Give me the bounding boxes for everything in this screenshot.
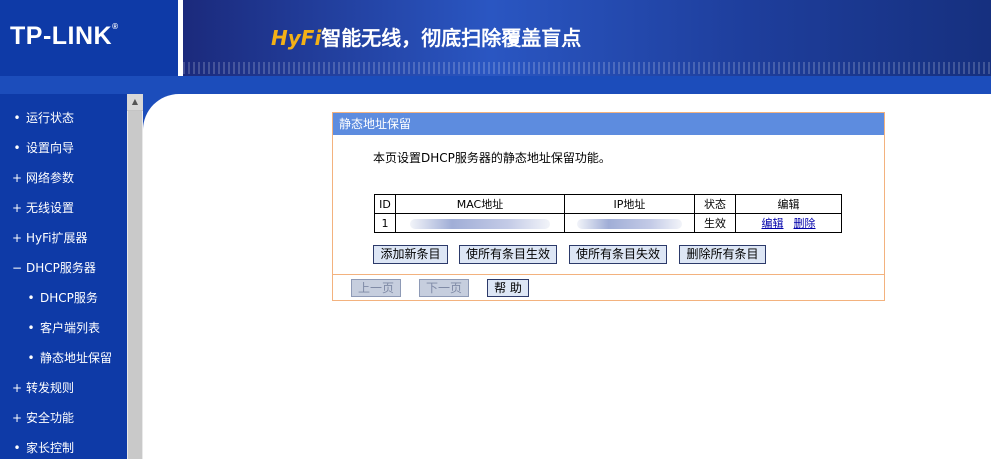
sidebar-item-label: 网络参数 [26,171,75,185]
reservation-table: ID MAC地址 IP地址 状态 编辑 1 生效 编辑 删除 [374,194,842,233]
sidebar-scrollbar[interactable]: ▲ [127,94,143,459]
bullet-icon: • [27,321,35,335]
cell-id: 1 [374,213,396,233]
header-bottom-bar [0,76,991,94]
logo-area: TP-LINK® [0,0,178,76]
add-new-entry-button[interactable]: 添加新条目 [373,245,448,264]
sidebar-item-label: 家长控制 [26,441,75,455]
table-header-row: ID MAC地址 IP地址 状态 编辑 [374,194,842,214]
scroll-up-arrow-icon[interactable]: ▲ [127,94,143,111]
enable-all-button[interactable]: 使所有条目生效 [459,245,557,264]
cell-mac-redacted [395,213,565,233]
bullet-icon: • [13,141,21,155]
sidebar-item-dhcp-service[interactable]: • DHCP服务 [0,286,127,310]
sidebar-item-label: 设置向导 [26,141,75,155]
banner: HyFi智能无线，彻底扫除覆盖盲点 [183,0,991,76]
prev-page-button[interactable]: 上一页 [351,279,401,297]
sidebar: • 运行状态 • 设置向导 + 网络参数 + 无线设置 + HyFi扩展器 − DHCP服务… [0,94,127,459]
bullet-icon: • [13,111,21,125]
sidebar-item-label: DHCP服务 [40,291,98,305]
sidebar-item-label: 客户端列表 [40,321,101,335]
sidebar-item-label: 安全功能 [26,411,75,425]
sidebar-item-label: 无线设置 [26,201,75,215]
slogan-accent: HyFi [271,26,322,50]
disable-all-button[interactable]: 使所有条目失效 [569,245,667,264]
panel-description: 本页设置DHCP服务器的静态地址保留功能。 [373,151,611,165]
sidebar-item-label: 静态地址保留 [40,351,113,365]
bullet-icon: • [27,351,35,365]
bullet-icon: • [13,441,21,455]
edit-link[interactable]: 编辑 [762,217,784,230]
sidebar-item-security[interactable]: + 安全功能 [0,406,127,430]
sidebar-item-forwarding[interactable]: + 转发规则 [0,376,127,400]
tp-link-logo: TP-LINK® [10,22,119,50]
column-header-status: 状态 [694,194,736,214]
table-row: 1 生效 编辑 删除 [374,213,842,233]
pager-divider [333,274,884,275]
sidebar-item-setup-wizard[interactable]: • 设置向导 [0,136,127,160]
sidebar-item-label: 运行状态 [26,111,75,125]
static-reservation-panel: 静态地址保留 本页设置DHCP服务器的静态地址保留功能。 ID MAC地址 IP… [332,112,885,301]
expand-icon: + [12,381,23,395]
delete-all-button[interactable]: 删除所有条目 [679,245,766,264]
expand-icon: + [12,201,23,215]
sidebar-item-label: 转发规则 [26,381,75,395]
column-header-id: ID [374,194,396,214]
expand-icon: + [12,171,23,185]
sidebar-item-dhcp-server[interactable]: − DHCP服务器 [0,256,127,280]
banner-decoration [183,62,991,74]
sidebar-item-client-list[interactable]: • 客户端列表 [0,316,127,340]
column-header-edit: 编辑 [735,194,842,214]
sidebar-item-wireless[interactable]: + 无线设置 [0,196,127,220]
cell-status: 生效 [694,213,736,233]
collapse-icon: − [12,261,23,275]
sidebar-item-label: DHCP服务器 [26,261,96,275]
next-page-button[interactable]: 下一页 [419,279,469,297]
help-button[interactable]: 帮 助 [487,279,529,297]
sidebar-item-status[interactable]: • 运行状态 [0,106,127,130]
bullet-icon: • [27,291,35,305]
redacted-mac [410,218,550,229]
column-header-mac: MAC地址 [395,194,565,214]
sidebar-item-network[interactable]: + 网络参数 [0,166,127,190]
expand-icon: + [12,231,23,245]
sidebar-item-hyfi-extender[interactable]: + HyFi扩展器 [0,226,127,250]
sidebar-item-static-reservation[interactable]: • 静态地址保留 [0,346,127,370]
cell-actions: 编辑 删除 [735,213,842,233]
panel-title: 静态地址保留 [333,113,884,135]
sidebar-item-parental-control[interactable]: • 家长控制 [0,436,127,460]
banner-slogan: HyFi智能无线，彻底扫除覆盖盲点 [271,22,581,51]
registered-mark: ® [112,22,119,31]
sidebar-item-label: HyFi扩展器 [26,231,88,245]
scrollbar-thumb[interactable] [128,111,142,459]
delete-link[interactable]: 删除 [794,217,816,230]
column-header-ip: IP地址 [564,194,695,214]
cell-ip-redacted [564,213,695,233]
slogan-text: 智能无线，彻底扫除覆盖盲点 [321,26,582,50]
expand-icon: + [12,411,23,425]
header: TP-LINK® HyFi智能无线，彻底扫除覆盖盲点 [0,0,991,76]
redacted-ip [577,218,682,229]
